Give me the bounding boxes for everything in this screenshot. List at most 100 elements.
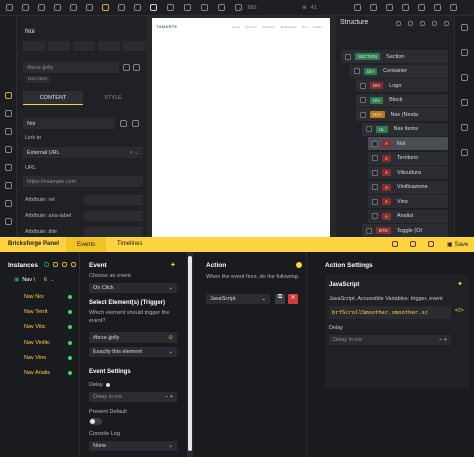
attr-aria-input[interactable]: [84, 211, 143, 221]
image-icon[interactable]: [4, 146, 12, 153]
class-selector-input[interactable]: #brxe-jjolly: [23, 62, 119, 73]
class-settings-icon[interactable]: [123, 64, 130, 71]
typography-icon[interactable]: [4, 128, 12, 135]
visibility-toggle-icon[interactable]: [366, 227, 372, 234]
structure-row[interactable]: A Analisi: [368, 209, 448, 223]
structure-row[interactable]: DIV Logo: [356, 79, 448, 92]
collapse-icon[interactable]: [396, 21, 401, 26]
event-scrollbar-thumb[interactable]: [188, 256, 192, 451]
js-add-icon[interactable]: ✦: [457, 280, 463, 288]
structure-close-icon[interactable]: [432, 21, 437, 26]
help-icon[interactable]: [354, 4, 361, 11]
structure-row[interactable]: A Territorio: [368, 151, 448, 165]
structure-row[interactable]: DIV Block: [356, 93, 448, 107]
visibility-toggle-icon[interactable]: [345, 53, 351, 60]
link-text-input[interactable]: Noi: [23, 118, 115, 129]
js-code-editor[interactable]: brfScrollSmoother.smoother.sc: [329, 306, 451, 319]
tab-bricksforge-panel[interactable]: Bricksforge Panel: [8, 241, 59, 247]
page-settings-icon[interactable]: [370, 4, 377, 11]
preview-icon[interactable]: [434, 4, 441, 11]
tab-timelines[interactable]: Timelines: [117, 241, 142, 247]
undo-icon[interactable]: [134, 4, 141, 11]
edit-pencil-icon[interactable]: [4, 92, 12, 99]
layers-icon[interactable]: [38, 4, 45, 11]
hide-icon[interactable]: [420, 21, 425, 26]
query-icon[interactable]: [461, 124, 468, 131]
structure-panel-icon[interactable]: [461, 24, 468, 31]
dynamic-data-icon[interactable]: [132, 120, 139, 127]
action-delay-stepper-icon[interactable]: − +: [439, 337, 447, 343]
grid-icon[interactable]: [4, 164, 12, 171]
pick-element-icon[interactable]: ⊙: [168, 335, 173, 341]
visibility-toggle-icon[interactable]: [372, 140, 378, 147]
copy-icon[interactable]: [23, 41, 45, 51]
bricks-logo-icon[interactable]: [6, 4, 13, 11]
expand-icon[interactable]: [408, 21, 413, 26]
database-icon[interactable]: [4, 200, 12, 207]
gear-icon[interactable]: [4, 218, 12, 225]
tablet-portrait-icon[interactable]: [201, 4, 208, 11]
console-log-select[interactable]: None ⌄: [89, 441, 177, 451]
revisions-icon[interactable]: [418, 4, 425, 11]
delete-action-icon[interactable]: ✕: [288, 294, 298, 304]
add-element-icon[interactable]: [22, 4, 29, 11]
instances-more-icon[interactable]: [71, 262, 76, 267]
visibility-toggle-icon[interactable]: [360, 82, 366, 89]
structure-row[interactable]: A Vino: [368, 195, 448, 208]
action-select[interactable]: JavaScript ⌄: [206, 294, 270, 304]
link-type-select[interactable]: External URL × ⌄: [23, 147, 143, 158]
settings-icon[interactable]: [54, 4, 61, 11]
visibility-toggle-icon[interactable]: [372, 198, 378, 205]
visibility-toggle-icon[interactable]: [372, 155, 378, 161]
prevent-default-toggle[interactable]: [89, 418, 102, 425]
breakpoint-width[interactable]: ↔ 992: [238, 3, 257, 13]
url-input[interactable]: https://example.com: [23, 176, 143, 187]
structure-row[interactable]: UL Nav items: [362, 122, 448, 136]
comment-icon[interactable]: [4, 182, 12, 189]
visibility-toggle-icon[interactable]: [354, 68, 360, 74]
clear-chevron-icon[interactable]: × ⌄: [130, 150, 139, 156]
pages-icon[interactable]: [70, 4, 77, 11]
action-delay-input[interactable]: Delay in ms − +: [329, 335, 451, 345]
tablet-landscape-icon[interactable]: [184, 4, 191, 11]
canvas-nav-item[interactable]: Viticoltura: [262, 25, 275, 29]
visibility-toggle-icon[interactable]: [372, 213, 378, 219]
visibility-toggle-icon[interactable]: [360, 111, 366, 118]
structure-row[interactable]: BTN Toggle (Ot: [362, 224, 448, 237]
laptop-icon[interactable]: [167, 4, 174, 11]
trigger-selector-input[interactable]: #brxe-jjolly ⊙: [89, 332, 177, 343]
notes-icon[interactable]: [461, 74, 468, 81]
structure-row[interactable]: SECTION Section: [341, 50, 448, 63]
sidebar-toggle-icon[interactable]: [461, 49, 468, 56]
instance-group[interactable]: ▣ Nav \ 6 ⌄: [14, 277, 55, 283]
mobile-landscape-icon[interactable]: [218, 4, 225, 11]
panel-close-icon[interactable]: [428, 241, 434, 247]
structure-row[interactable]: A Noi: [368, 137, 448, 150]
canvas-nav-item[interactable]: Vinificazione: [280, 25, 297, 29]
visibility-toggle-icon[interactable]: [360, 97, 366, 103]
trigger-mode-select[interactable]: Exactly this element ⌄: [89, 347, 177, 357]
duplicate-icon[interactable]: [73, 41, 95, 51]
event-select[interactable]: On Click ⌄: [89, 283, 177, 293]
minimize-icon[interactable]: [410, 241, 416, 247]
desktop-icon[interactable]: [150, 4, 157, 11]
structure-more-icon[interactable]: [444, 21, 449, 26]
import-icon[interactable]: [53, 262, 58, 267]
style-copy-icon[interactable]: [98, 41, 120, 51]
attr-rel-input[interactable]: [84, 195, 143, 205]
instance-item[interactable]: Nav Territ: [24, 309, 72, 315]
code-icon[interactable]: [461, 149, 468, 156]
instance-item[interactable]: Nav Vino: [24, 355, 72, 361]
visibility-toggle-icon[interactable]: [372, 184, 378, 190]
attr-title-input[interactable]: [84, 227, 143, 237]
visibility-toggle-icon[interactable]: [366, 126, 372, 132]
structure-row[interactable]: A Viticultura: [368, 166, 448, 179]
event-delay-input[interactable]: Delay in ms − +: [89, 392, 177, 402]
instance-item[interactable]: Nav Vinific: [24, 340, 72, 346]
layers-stack-icon[interactable]: [4, 110, 12, 117]
tab-style[interactable]: STYLE: [83, 91, 143, 105]
responsive-icon[interactable]: [402, 4, 409, 11]
delete-element-icon[interactable]: [123, 41, 145, 51]
canvas-page[interactable]: TAMARTE Home Territorio Viticoltura Vini…: [152, 18, 330, 237]
canvas-nav-item[interactable]: Home: [232, 25, 240, 29]
